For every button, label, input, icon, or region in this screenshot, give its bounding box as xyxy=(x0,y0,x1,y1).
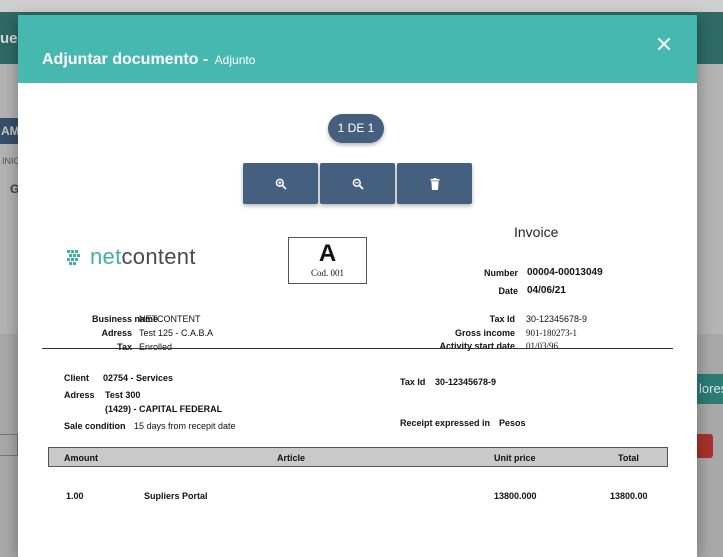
invoice-code: Cod. 001 xyxy=(310,268,344,278)
receipt-currency: Pesos xyxy=(499,418,526,428)
issuer-tax-id: 30-12345678-9 xyxy=(526,314,588,324)
row-total: 13800.00 xyxy=(610,491,648,501)
sale-condition: 15 days from recepit date xyxy=(134,421,236,431)
modal-subtitle: Adjunto xyxy=(214,53,256,67)
business-name: NETCONTENT xyxy=(139,314,201,324)
sale-condition-label: Sale condition xyxy=(64,421,126,431)
activity-start-date: 01/03/96 xyxy=(526,341,559,351)
column-article: Article xyxy=(277,453,306,463)
client-address-line2: (1429) - CAPITAL FEDERAL xyxy=(105,404,223,414)
invoice-divider xyxy=(42,348,673,349)
modal-title-text: Adjuntar documento - xyxy=(42,51,209,68)
issuer-address: Test 125 - C.A.B.A xyxy=(139,328,214,338)
invoice-letter: A xyxy=(318,240,337,267)
number-label: Number xyxy=(483,268,518,278)
trash-icon xyxy=(430,177,439,190)
background-red-button xyxy=(697,434,713,458)
client-value: 02754 - Services xyxy=(103,373,174,383)
close-icon[interactable] xyxy=(657,37,671,51)
background-header-text: ue xyxy=(0,30,18,47)
company-logo: netcontent xyxy=(65,244,196,270)
invoice-title: Invoice xyxy=(514,224,559,240)
gross-income-label: Gross income xyxy=(454,328,515,338)
background-tab: AM xyxy=(0,118,18,144)
row-article: Supliers Portal xyxy=(144,491,208,501)
gross-income: 901-180273-1 xyxy=(526,328,577,338)
row-unit-price: 13800.000 xyxy=(494,491,537,501)
items-table-header: Amount Article Unit price Total xyxy=(48,447,668,467)
issuer-address-label: Adress xyxy=(101,328,132,338)
invoice-number: 00004-00013049 xyxy=(527,267,603,278)
background-topbar xyxy=(0,0,723,12)
logo-text: netcontent xyxy=(90,244,196,269)
invoice-date: 04/06/21 xyxy=(527,285,566,296)
column-amount: Amount xyxy=(64,453,98,463)
client-address-line1: Test 300 xyxy=(105,390,141,400)
modal-header: Adjuntar documento - Adjunto xyxy=(18,15,697,83)
invoice-type-box: A Cod. 001 xyxy=(288,237,367,284)
client-tax-id: 30-12345678-9 xyxy=(435,377,497,387)
page-indicator: 1 DE 1 xyxy=(328,114,384,143)
date-label: Date xyxy=(498,286,518,296)
invoice-document: netcontent A Cod. 001 Invoice Number 000… xyxy=(18,210,697,557)
issuer-tax-id-label: Tax Id xyxy=(489,314,515,324)
client-address-label: Adress xyxy=(64,390,95,400)
zoom-out-button[interactable] xyxy=(320,163,395,204)
netcontent-logo-icon xyxy=(67,250,80,265)
row-amount: 1.00 xyxy=(66,491,84,501)
receipt-label: Receipt expressed in xyxy=(400,418,491,428)
column-total: Total xyxy=(618,453,639,463)
client-label: Client xyxy=(64,373,90,383)
zoom-in-icon xyxy=(275,178,287,190)
background-input xyxy=(0,434,18,456)
modal-title: Adjuntar documento - Adjunto xyxy=(42,51,255,69)
zoom-in-button[interactable] xyxy=(243,163,318,204)
background-side-button: lores xyxy=(697,374,723,404)
client-tax-id-label: Tax Id xyxy=(400,377,426,387)
attach-document-modal: Adjuntar documento - Adjunto 1 DE 1 netc… xyxy=(18,15,697,557)
zoom-out-icon xyxy=(352,178,364,190)
delete-button[interactable] xyxy=(397,163,472,204)
tax-status: Enrolled xyxy=(139,342,173,352)
tax-label: Tax xyxy=(117,342,132,352)
activity-start-label: Activity start date xyxy=(439,341,515,351)
column-unit-price: Unit price xyxy=(494,453,536,463)
